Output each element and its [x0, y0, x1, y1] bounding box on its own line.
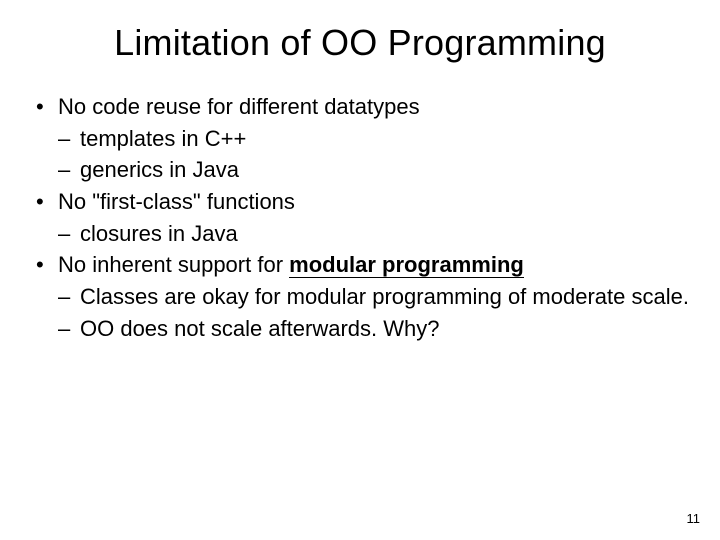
bullet-1a: templates in C++	[58, 124, 692, 154]
bullet-2a: closures in Java	[58, 219, 692, 249]
page-number: 11	[687, 511, 701, 526]
bullet-1-sublist: templates in C++ generics in Java	[58, 124, 692, 185]
bullet-3-emphasis: modular programming	[289, 252, 524, 278]
bullet-2-sublist: closures in Java	[58, 219, 692, 249]
bullet-1-text: No code reuse for different datatypes	[58, 94, 420, 119]
bullet-3-pretext: No inherent support for	[58, 252, 289, 277]
slide-content: No code reuse for different datatypes te…	[28, 92, 692, 344]
bullet-3b: OO does not scale afterwards. Why?	[58, 314, 692, 344]
bullet-2: No "first-class" functions closures in J…	[36, 187, 692, 248]
bullet-1: No code reuse for different datatypes te…	[36, 92, 692, 185]
slide-title: Limitation of OO Programming	[28, 22, 692, 64]
bullet-2-text: No "first-class" functions	[58, 189, 295, 214]
bullet-3-sublist: Classes are okay for modular programming…	[58, 282, 692, 343]
bullet-3: No inherent support for modular programm…	[36, 250, 692, 343]
bullet-1b: generics in Java	[58, 155, 692, 185]
bullet-list: No code reuse for different datatypes te…	[36, 92, 692, 344]
slide: Limitation of OO Programming No code reu…	[0, 0, 720, 540]
bullet-3a: Classes are okay for modular programming…	[58, 282, 692, 312]
